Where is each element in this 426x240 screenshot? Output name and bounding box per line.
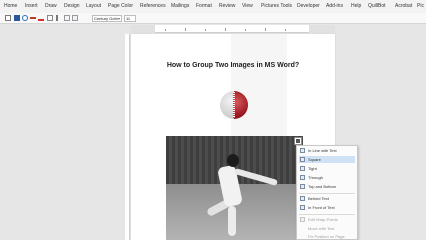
menu-item-square[interactable]: Square [299, 156, 355, 163]
format-painter-icon[interactable] [56, 15, 62, 21]
menu-item-top-and-bottom[interactable]: Top and Bottom [299, 183, 355, 190]
tab-help[interactable]: Help [351, 3, 361, 10]
menu-item-tight[interactable]: Tight [299, 165, 355, 172]
tab-draw[interactable]: Draw [45, 3, 57, 10]
edit-wrap-points-icon [300, 217, 305, 222]
inline-wrap-icon [300, 148, 305, 153]
player-leg [228, 206, 236, 236]
tab-references[interactable]: References [140, 3, 166, 10]
font-size-dropdown[interactable]: 11 [124, 15, 136, 22]
layout-options-button[interactable] [294, 137, 302, 145]
save-icon[interactable] [14, 15, 20, 21]
menu-item-edit-wrap-points[interactable]: Edit Wrap Points [299, 216, 355, 223]
square-wrap-icon [300, 157, 305, 162]
ruler-tick [285, 29, 286, 31]
menu-item-move-with-text[interactable]: Move with Text [299, 225, 355, 232]
menu-item-in-line-with-text[interactable]: In Line with Text [299, 147, 355, 154]
vertical-ruler[interactable] [125, 34, 130, 240]
ruler-tick [245, 29, 246, 31]
ball-red-half [234, 91, 248, 119]
tab-acrobat[interactable]: Acrobat [395, 3, 412, 10]
ruler-tick [185, 28, 186, 31]
cricket-player-photo[interactable] [166, 136, 303, 240]
tab-review[interactable]: Review [219, 3, 235, 10]
tab-add-ins[interactable]: Add-ins [326, 3, 343, 10]
tab-format[interactable]: Format [196, 3, 212, 10]
horizontal-ruler[interactable] [131, 25, 335, 33]
layout-options-icon [296, 139, 300, 143]
ruler-tick [205, 29, 206, 31]
tab-mailings[interactable]: Mailings [171, 3, 189, 10]
ruler-tick [165, 29, 166, 31]
menu-item-behind-text[interactable]: Behind Text [299, 195, 355, 202]
tab-insert[interactable]: Insert [25, 3, 38, 10]
ruler-right-margin [309, 25, 335, 33]
menu-separator [299, 214, 355, 215]
ribbon-tab-bar: Home Insert Draw Design Layout Page Colo… [0, 0, 426, 13]
menu-item-in-front-of-text[interactable]: In Front of Text [299, 204, 355, 211]
behind-text-icon [300, 196, 305, 201]
in-front-of-text-icon [300, 205, 305, 210]
player-head [227, 154, 239, 167]
ruler-tick [265, 28, 266, 31]
new-document-icon[interactable] [5, 15, 11, 21]
highlight-icon[interactable] [30, 17, 36, 21]
ball-seam [233, 92, 235, 118]
tab-quillbot[interactable]: QuillBot [368, 3, 386, 10]
menu-separator [299, 193, 355, 194]
tab-home[interactable]: Home [4, 3, 17, 10]
bullets-icon[interactable] [64, 15, 70, 21]
tab-page-color[interactable]: Page Color [108, 3, 133, 10]
quick-access-toolbar: Century Goth ▾ 11 [0, 13, 426, 24]
tab-view[interactable]: View [242, 3, 253, 10]
document-title: How to Group Two Images in MS Word? [166, 62, 300, 69]
cricket-ball-image[interactable] [220, 91, 248, 119]
top-bottom-wrap-icon [300, 184, 305, 189]
tab-pic[interactable]: Pic [417, 3, 424, 10]
style-icon[interactable] [72, 15, 78, 21]
tab-design[interactable]: Design [64, 3, 80, 10]
font-name-dropdown[interactable]: Century Goth ▾ [92, 15, 122, 22]
font-size-value: 11 [126, 16, 131, 21]
menu-item-through[interactable]: Through [299, 174, 355, 181]
tab-pictures-tools[interactable]: Pictures Tools [261, 3, 292, 10]
chevron-down-icon: ▾ [117, 16, 120, 21]
tab-developer[interactable]: Developer [297, 3, 320, 10]
font-name-value: Century Goth [94, 16, 118, 21]
font-color-icon[interactable] [38, 15, 44, 21]
menu-item-fix-position-on-page[interactable]: Fix Position on Page [299, 233, 355, 240]
wrap-text-menu: In Line with Text Square Tight Through T… [296, 145, 358, 240]
ruler-tick [225, 28, 226, 31]
tight-wrap-icon [300, 166, 305, 171]
through-wrap-icon [300, 175, 305, 180]
ruler-left-margin [131, 25, 155, 33]
tab-layout[interactable]: Layout [86, 3, 101, 10]
undo-icon[interactable] [22, 15, 28, 21]
text-effect-icon[interactable] [47, 15, 53, 21]
